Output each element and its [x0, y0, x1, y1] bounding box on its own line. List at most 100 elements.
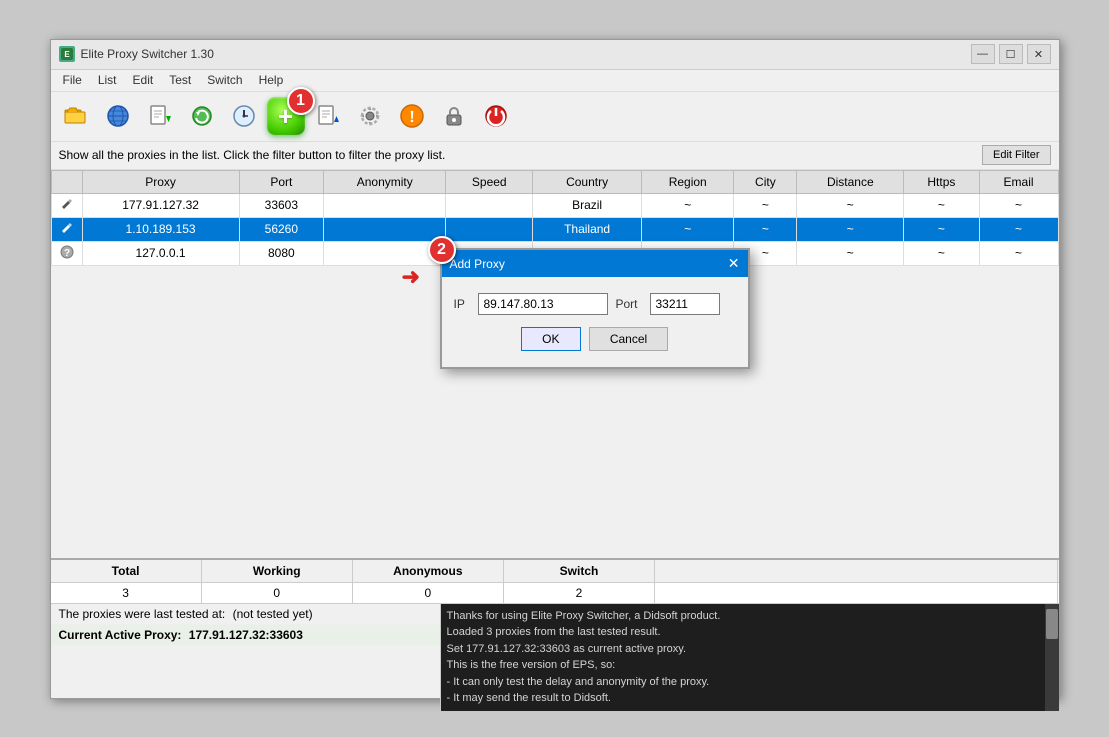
- stats-value-switch: 2: [504, 583, 655, 603]
- row-city: ~: [734, 217, 797, 241]
- row-distance: ~: [797, 217, 904, 241]
- ip-input[interactable]: [478, 293, 608, 315]
- col-speed: Speed: [446, 170, 533, 193]
- row-https: ~: [904, 193, 979, 217]
- col-port: Port: [239, 170, 323, 193]
- port-label: Port: [616, 297, 642, 311]
- col-city: City: [734, 170, 797, 193]
- minimize-button[interactable]: —: [971, 44, 995, 64]
- stats-value-anonymous: 0: [353, 583, 504, 603]
- row-country: Thailand: [533, 217, 642, 241]
- last-tested: The proxies were last tested at: (not te…: [51, 604, 440, 625]
- menu-help[interactable]: Help: [251, 71, 292, 89]
- close-button[interactable]: ✕: [1027, 44, 1051, 64]
- refresh-button[interactable]: [183, 97, 221, 135]
- import-button[interactable]: [141, 97, 179, 135]
- log-area: Thanks for using Elite Proxy Switcher, a…: [441, 604, 1045, 711]
- row-distance: ~: [797, 193, 904, 217]
- row-anonymity: [324, 193, 446, 217]
- add-proxy-container: 1: [267, 97, 305, 135]
- main-window: E Elite Proxy Switcher 1.30 — ☐ ✕ File L…: [50, 39, 1060, 699]
- stats-headers: Total Working Anonymous Switch: [51, 560, 1059, 583]
- export-button[interactable]: [309, 97, 347, 135]
- window-title: Elite Proxy Switcher 1.30: [81, 47, 214, 61]
- log-values-spacer: [655, 583, 1058, 603]
- title-bar-left: E Elite Proxy Switcher 1.30: [59, 46, 214, 62]
- row-anonymity: [324, 241, 446, 265]
- settings-button[interactable]: [351, 97, 389, 135]
- svg-text:?: ?: [63, 248, 69, 259]
- menu-list[interactable]: List: [90, 71, 125, 89]
- log-scrollbar-thumb[interactable]: [1046, 609, 1058, 639]
- log-line: Thanks for using Elite Proxy Switcher, a…: [447, 608, 1039, 625]
- stats-header-total: Total: [51, 560, 202, 582]
- window-controls: — ☐ ✕: [971, 44, 1051, 64]
- dialog-title-bar: Add Proxy ✕: [442, 250, 748, 277]
- log-header-spacer: [655, 560, 1058, 582]
- row-https: ~: [904, 241, 979, 265]
- log-line: - It may send the result to Didsoft.: [447, 690, 1039, 707]
- stats-value-total: 3: [51, 583, 202, 603]
- add-proxy-button[interactable]: [267, 97, 305, 135]
- row-proxy: 1.10.189.153: [82, 217, 239, 241]
- ok-button[interactable]: OK: [521, 327, 581, 351]
- log-row: Thanks for using Elite Proxy Switcher, a…: [441, 604, 1059, 711]
- bottom-left-panel: The proxies were last tested at: (not te…: [51, 604, 441, 711]
- open-button[interactable]: [57, 97, 95, 135]
- stats-values: 3 0 0 2: [51, 583, 1059, 604]
- col-proxy: Proxy: [82, 170, 239, 193]
- ip-label: IP: [454, 297, 470, 311]
- globe-button[interactable]: [99, 97, 137, 135]
- row-port: 8080: [239, 241, 323, 265]
- filter-text: Show all the proxies in the list. Click …: [59, 148, 446, 162]
- maximize-button[interactable]: ☐: [999, 44, 1023, 64]
- schedule-button[interactable]: [225, 97, 263, 135]
- dialog-title-text: Add Proxy: [450, 257, 505, 271]
- lock-button[interactable]: [435, 97, 473, 135]
- edit-filter-button[interactable]: Edit Filter: [982, 145, 1050, 165]
- log-line: - It can only test the delay and anonymi…: [447, 674, 1039, 691]
- row-speed: [446, 193, 533, 217]
- app-icon: E: [59, 46, 75, 62]
- row-proxy: 177.91.127.32: [82, 193, 239, 217]
- toolbar: 1 !: [51, 92, 1059, 142]
- row-country: Brazil: [533, 193, 642, 217]
- menu-edit[interactable]: Edit: [125, 71, 162, 89]
- menu-switch[interactable]: Switch: [199, 71, 250, 89]
- stats-header-switch: Switch: [504, 560, 655, 582]
- table-row[interactable]: 1.10.189.153 56260 Thailand ~ ~ ~ ~ ~: [51, 217, 1058, 241]
- alert-button[interactable]: !: [393, 97, 431, 135]
- row-anonymity: [324, 217, 446, 241]
- row-email: ~: [979, 241, 1058, 265]
- log-line: Set 177.91.127.32:33603 as current activ…: [447, 641, 1039, 658]
- stats-value-working: 0: [202, 583, 353, 603]
- row-icon-cell: [51, 193, 82, 217]
- dialog-fields: IP Port: [454, 293, 736, 315]
- arrow-indicator: ➜: [402, 264, 420, 290]
- stats-header-anonymous: Anonymous: [353, 560, 504, 582]
- table-row[interactable]: 177.91.127.32 33603 Brazil ~ ~ ~ ~ ~: [51, 193, 1058, 217]
- filter-bar: Show all the proxies in the list. Click …: [51, 142, 1059, 170]
- col-icon: [51, 170, 82, 193]
- table-header-row: Proxy Port Anonymity Speed Country Regio…: [51, 170, 1058, 193]
- stats-header-working: Working: [202, 560, 353, 582]
- svg-text:E: E: [64, 50, 70, 59]
- menu-file[interactable]: File: [55, 71, 90, 89]
- power-button[interactable]: [477, 97, 515, 135]
- row-distance: ~: [797, 241, 904, 265]
- add-proxy-dialog: 2 ➜ Add Proxy ✕ IP Port OK Cancel: [440, 248, 750, 369]
- col-https: Https: [904, 170, 979, 193]
- row-speed: [446, 217, 533, 241]
- port-input[interactable]: [650, 293, 720, 315]
- title-bar: E Elite Proxy Switcher 1.30 — ☐ ✕: [51, 40, 1059, 70]
- row-region: ~: [642, 193, 734, 217]
- cancel-button[interactable]: Cancel: [589, 327, 668, 351]
- col-email: Email: [979, 170, 1058, 193]
- row-icon-cell: [51, 217, 82, 241]
- menu-test[interactable]: Test: [161, 71, 199, 89]
- log-scrollbar[interactable]: [1045, 604, 1059, 711]
- dialog-close-button[interactable]: ✕: [728, 255, 740, 272]
- bottom-section: Total Working Anonymous Switch 3 0 0 2 T…: [51, 558, 1059, 698]
- active-proxy: Current Active Proxy: 177.91.127.32:3360…: [51, 625, 440, 645]
- row-email: ~: [979, 217, 1058, 241]
